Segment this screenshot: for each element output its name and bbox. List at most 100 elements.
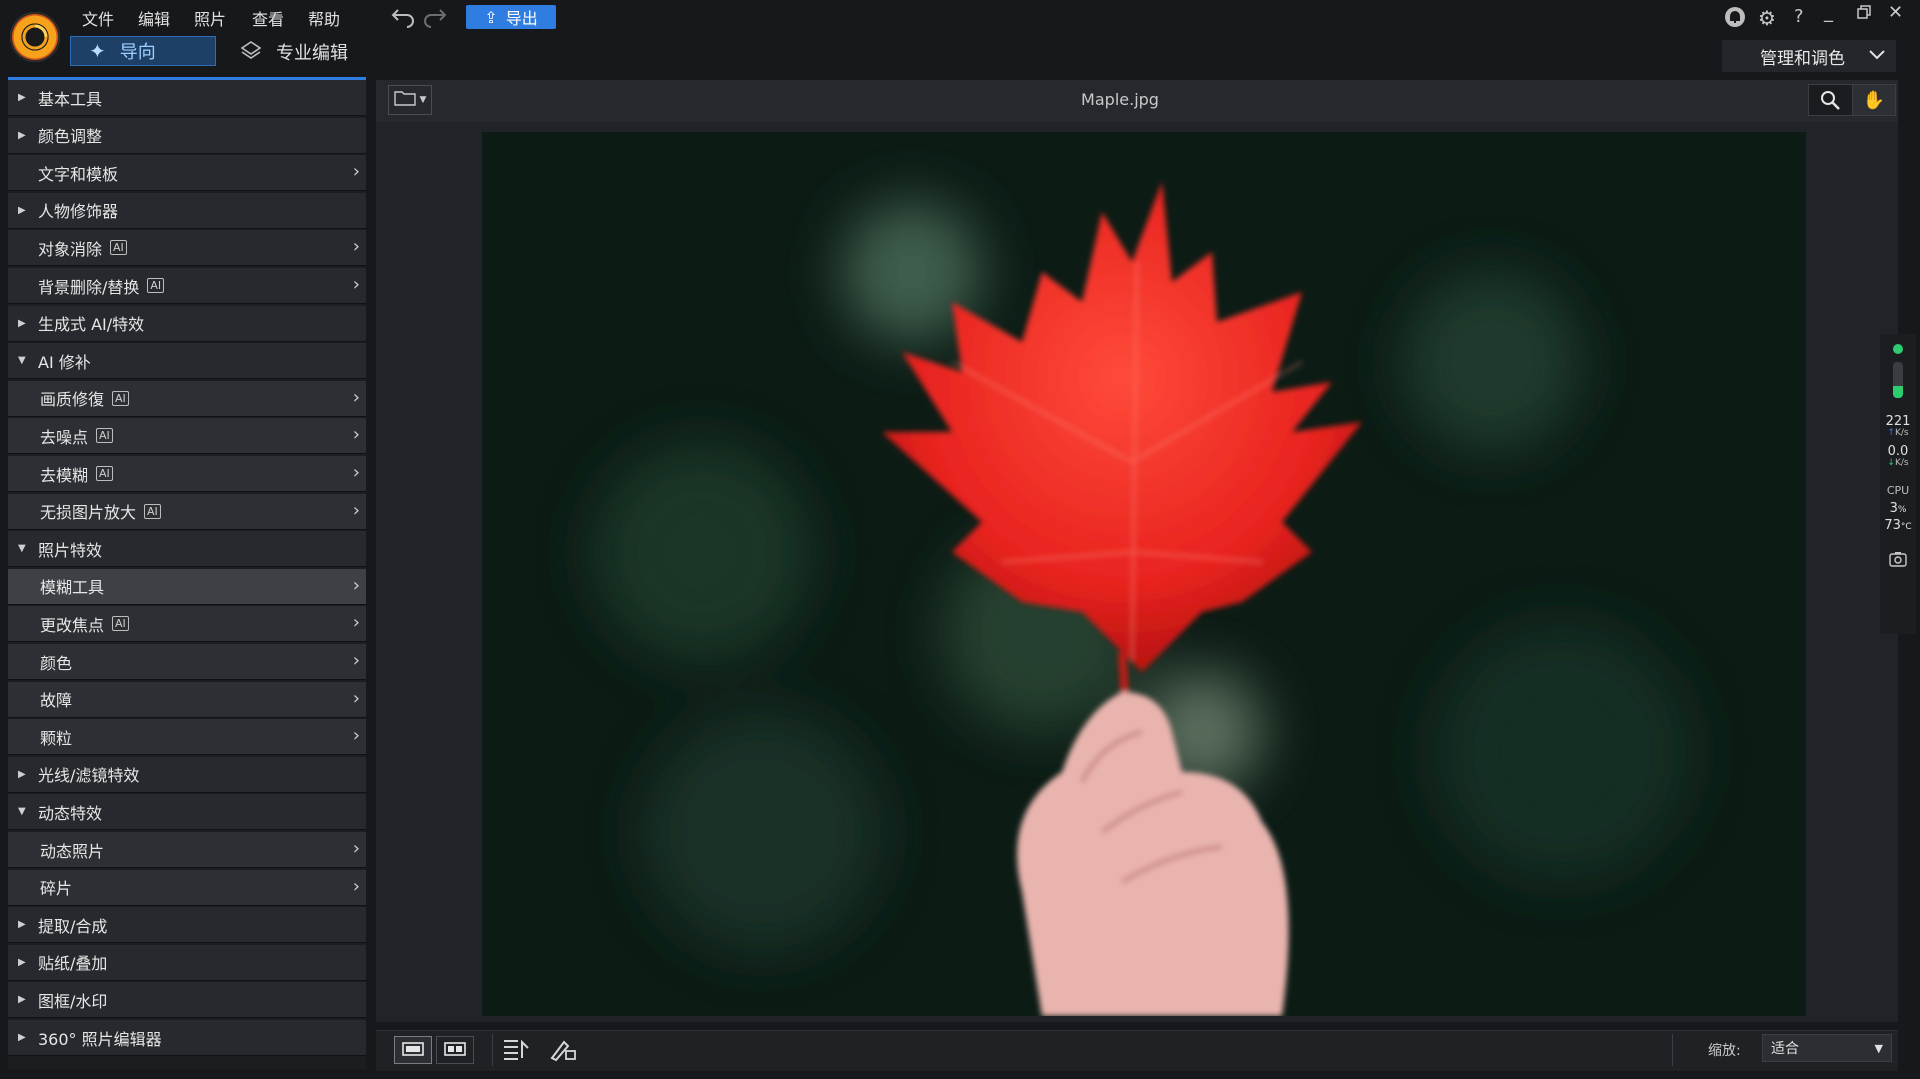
panel-row[interactable]: ▼ 照片特效	[8, 531, 366, 568]
panel-row[interactable]: ▶ 360° 照片编辑器	[8, 1020, 366, 1056]
triangle-right-icon: ▶	[18, 994, 26, 1006]
chevron-right-icon: ›	[352, 274, 360, 295]
panel-row[interactable]: ▼ 动态特效	[8, 794, 366, 831]
triangle-down-icon: ▼	[18, 543, 26, 555]
ai-badge-icon: AI	[110, 240, 127, 256]
mode-expert-label: 专业编辑	[276, 43, 348, 64]
manage-dropdown[interactable]: 管理和调色	[1722, 40, 1896, 72]
photo-canvas[interactable]	[482, 132, 1806, 1016]
compare-view-button[interactable]	[436, 1036, 474, 1064]
triangle-right-icon: ▶	[18, 919, 26, 931]
download-unit: K/s	[1894, 458, 1909, 468]
panel-row[interactable]: 碎片 ›	[8, 869, 366, 906]
panel-row[interactable]: 文字和模板 ›	[8, 155, 366, 192]
panel-row[interactable]: ▶ 基本工具	[8, 80, 366, 116]
menu-photo[interactable]: 照片	[194, 6, 226, 30]
upload-speed: 221	[1885, 414, 1911, 429]
panel-row-label: 故障	[40, 691, 73, 711]
panel-row[interactable]: ▶ 图框/水印	[8, 982, 366, 1019]
chevron-right-icon: ›	[352, 838, 360, 859]
upload-icon: ⇪	[484, 7, 498, 27]
panel-row[interactable]: 背景删除/替换 AI ›	[8, 268, 366, 304]
panel-row-label: 光线/滤镜特效	[38, 766, 140, 786]
panel-row[interactable]: 对象消除 AI ›	[8, 230, 366, 267]
settings-icon[interactable]: ⚙	[1758, 6, 1776, 30]
menu-file[interactable]: 文件	[82, 6, 114, 30]
export-label: 导出	[505, 9, 538, 28]
panel-row[interactable]: 颜色 ›	[8, 644, 366, 680]
single-view-icon	[402, 1041, 424, 1060]
chevron-right-icon: ›	[352, 161, 360, 183]
panel-row[interactable]: 去噪点 AI ›	[8, 418, 366, 455]
panel-row[interactable]: ▶ 提取/合成	[8, 907, 366, 944]
panel-row[interactable]: 画质修復 AI ›	[8, 380, 366, 417]
zoom-dropdown[interactable]: 适合 ▼	[1762, 1034, 1892, 1062]
cpu-label: CPU	[1886, 484, 1910, 497]
undo-icon[interactable]	[390, 2, 416, 34]
zoom-icon[interactable]	[1809, 85, 1852, 115]
notification-icon[interactable]	[1724, 6, 1746, 33]
panel-row-label: 模糊工具	[40, 578, 105, 598]
chevron-right-icon: ›	[352, 462, 360, 483]
cpu-value: 3	[1889, 501, 1898, 516]
menu-help[interactable]: 帮助	[308, 6, 340, 30]
temp-unit: °C	[1900, 522, 1912, 532]
panel-row[interactable]: 动态照片 ›	[8, 832, 366, 868]
chevron-right-icon: ›	[352, 725, 360, 747]
restore-icon[interactable]	[1856, 4, 1872, 25]
triangle-right-icon: ▶	[18, 1032, 26, 1043]
folder-icon	[393, 89, 418, 111]
chevron-right-icon: ›	[352, 650, 360, 671]
triangle-right-icon: ▶	[18, 768, 26, 780]
panel-row[interactable]: ▶ 光线/滤镜特效	[8, 756, 366, 793]
panel-row[interactable]: 故障 ›	[8, 681, 366, 718]
panel-row[interactable]: 模糊工具 ›	[8, 568, 366, 605]
minimize-icon[interactable]: _	[1824, 2, 1833, 23]
screenshot-icon[interactable]	[1880, 551, 1916, 571]
panel-row-label: 贴纸/叠加	[38, 954, 108, 974]
panel-row[interactable]: 颗粒 ›	[8, 719, 366, 756]
panel-row-label: 去模糊	[40, 465, 89, 485]
title-bar	[0, 0, 1920, 34]
mode-guide-tab[interactable]: ✦ 导向	[70, 36, 216, 66]
tools-panel: ▶ 基本工具 ▶ 颜色调整 文字和模板 › ▶ 人物修饰器 对象消除 AI › 背景删除/替换 AI › ▶…	[8, 77, 366, 1069]
panel-row[interactable]: 去模糊 AI ›	[8, 456, 366, 492]
temp-value: 73	[1884, 518, 1901, 533]
close-icon[interactable]: ✕	[1888, 2, 1903, 23]
panel-row-label: 背景删除/替换	[38, 277, 140, 297]
download-speed: 0.0	[1887, 444, 1909, 459]
redo-icon[interactable]	[422, 2, 448, 34]
export-button[interactable]: ⇪ 导出	[466, 5, 556, 29]
view-tools: ✋	[1808, 84, 1896, 116]
panel-row-label: 对象消除	[38, 239, 103, 259]
menu-edit[interactable]: 编辑	[138, 6, 170, 30]
panel-row[interactable]: ▶ 人物修饰器	[8, 192, 366, 229]
caret-down-icon: ▼	[419, 95, 427, 105]
panel-row[interactable]: ▼ AI 修补	[8, 343, 366, 380]
triangle-down-icon: ▼	[18, 355, 26, 367]
menu-view[interactable]: 查看	[252, 6, 284, 30]
brush-eraser-icon[interactable]	[548, 1036, 578, 1066]
panel-row[interactable]: ▶ 颜色调整	[8, 117, 366, 154]
chevron-right-icon: ›	[352, 499, 360, 521]
chevron-right-icon: ›	[352, 574, 360, 596]
ai-badge-icon: AI	[112, 616, 129, 632]
ai-badge-icon: AI	[144, 503, 161, 519]
history-icon[interactable]	[502, 1036, 532, 1066]
folder-button[interactable]: ▼	[388, 85, 432, 115]
mode-expert-tab[interactable]: 专业编辑	[240, 38, 348, 66]
upload-unit: K/s	[1894, 428, 1909, 438]
zoom-value: 适合	[1771, 1041, 1799, 1057]
panel-row-label: 提取/合成	[38, 916, 108, 936]
panel-row[interactable]: 无损图片放大 AI ›	[8, 493, 366, 530]
help-icon[interactable]: ?	[1794, 6, 1804, 27]
hand-pan-icon[interactable]: ✋	[1851, 85, 1895, 115]
panel-row[interactable]: ▶ 贴纸/叠加	[8, 944, 366, 981]
panel-row-label: 更改焦点	[40, 615, 105, 635]
triangle-right-icon: ▶	[18, 956, 26, 968]
panel-row[interactable]: ▶ 生成式 AI/特效	[8, 305, 366, 342]
panel-row[interactable]: 更改焦点 AI ›	[8, 606, 366, 643]
zoom-label: 缩放:	[1708, 1043, 1741, 1059]
chevron-right-icon: ›	[352, 424, 360, 446]
single-view-button[interactable]	[394, 1036, 432, 1064]
